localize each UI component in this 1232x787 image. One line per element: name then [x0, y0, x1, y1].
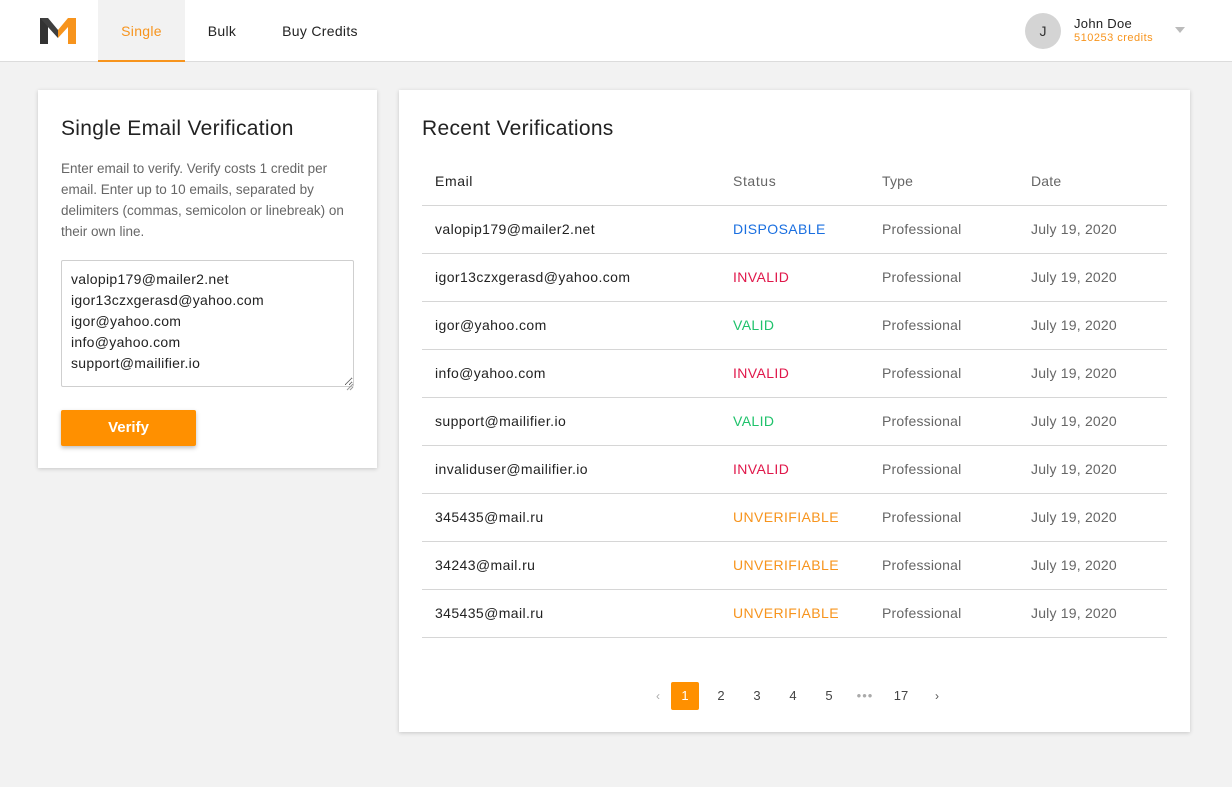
tab-buy-credits[interactable]: Buy Credits: [264, 0, 376, 62]
row-email: igor13czxgerasd@yahoo.com: [435, 269, 631, 285]
resize-handle-icon[interactable]: [346, 378, 354, 391]
row-date: July 19, 2020: [1031, 461, 1117, 477]
tab-single[interactable]: Single: [98, 0, 185, 62]
row-type: Professional: [882, 461, 962, 477]
row-date: July 19, 2020: [1031, 269, 1117, 285]
row-email: valopip179@mailer2.net: [435, 221, 595, 237]
caret-down-icon[interactable]: [1175, 27, 1185, 33]
row-date: July 19, 2020: [1031, 509, 1117, 525]
page-button-1[interactable]: 1: [671, 682, 699, 710]
page-button-4[interactable]: 4: [779, 682, 807, 710]
table-body: valopip179@mailer2.net DISPOSABLE Professi…: [422, 206, 1167, 638]
row-type: Professional: [882, 221, 962, 237]
column-header-date: Date: [1031, 173, 1062, 189]
recent-verifications-table: Email Status Type Date valopip179@mailer…: [422, 158, 1167, 638]
pagination-ellipsis: •••: [856, 688, 874, 703]
row-date: July 19, 2020: [1031, 221, 1117, 237]
page-button-3[interactable]: 3: [743, 682, 771, 710]
user-avatar[interactable]: J: [1025, 13, 1061, 49]
user-credits-balance: 510253 credits: [1074, 32, 1154, 44]
row-email: 345435@mail.ru: [435, 509, 544, 525]
row-type: Professional: [882, 317, 962, 333]
column-header-email: Email: [435, 173, 474, 189]
row-email: invaliduser@mailifier.io: [435, 461, 588, 477]
tab-bulk[interactable]: Bulk: [185, 0, 259, 62]
table-row: info@yahoo.com INVALID Professional July 19…: [422, 350, 1167, 398]
page-button-5[interactable]: 5: [815, 682, 843, 710]
table-row: support@mailifier.io VALID Professional Jul…: [422, 398, 1167, 446]
table-row: 34243@mail.ru UNVERIFIABLE Professional Jul…: [422, 542, 1167, 590]
row-status-badge: UNVERIFIABLE: [733, 509, 839, 525]
table-row: igor@yahoo.com VALID Professional July 19, …: [422, 302, 1167, 350]
table-row: invaliduser@mailifier.io INVALID Professio…: [422, 446, 1167, 494]
user-name: John Doe: [1074, 16, 1133, 31]
row-type: Professional: [882, 269, 962, 285]
single-verification-card: Single Email Verification Enter email to…: [38, 90, 377, 468]
recent-verifications-card: Recent Verifications Email Status Type D…: [399, 90, 1190, 732]
table-row: 345435@mail.ru UNVERIFIABLE Professional Ju…: [422, 590, 1167, 638]
row-status-badge: DISPOSABLE: [733, 221, 826, 237]
row-email: info@yahoo.com: [435, 365, 546, 381]
row-email: 345435@mail.ru: [435, 605, 544, 621]
row-date: July 19, 2020: [1031, 605, 1117, 621]
row-email: support@mailifier.io: [435, 413, 567, 429]
page-button-2[interactable]: 2: [707, 682, 735, 710]
row-type: Professional: [882, 413, 962, 429]
row-date: July 19, 2020: [1031, 317, 1117, 333]
row-type: Professional: [882, 605, 962, 621]
table-row: 345435@mail.ru UNVERIFIABLE Professional Ju…: [422, 494, 1167, 542]
row-status-badge: VALID: [733, 413, 775, 429]
page-button-17[interactable]: 17: [887, 682, 915, 710]
email-list-textarea[interactable]: valopip179@mailer2.net igor13czxgerasd@y…: [61, 260, 354, 387]
row-type: Professional: [882, 557, 962, 573]
table-row: igor13czxgerasd@yahoo.com INVALID Professi…: [422, 254, 1167, 302]
row-date: July 19, 2020: [1031, 365, 1117, 381]
top-navigation-bar: Single Bulk Buy Credits J John Doe 51025…: [0, 0, 1232, 62]
verify-button[interactable]: Verify: [61, 410, 196, 446]
single-verification-description: Enter email to verify. Verify costs 1 cr…: [61, 161, 344, 239]
column-header-type: Type: [882, 173, 914, 189]
column-header-status: Status: [733, 173, 777, 189]
mailifier-logo[interactable]: [38, 14, 78, 48]
chevron-left-icon[interactable]: ‹: [644, 682, 672, 710]
chevron-right-icon[interactable]: ›: [923, 682, 951, 710]
row-email: 34243@mail.ru: [435, 557, 536, 573]
pagination: ‹ 1 2 3 4 5 ••• 17 ›: [644, 682, 944, 710]
row-status-badge: UNVERIFIABLE: [733, 557, 839, 573]
table-row: valopip179@mailer2.net DISPOSABLE Professi…: [422, 206, 1167, 254]
row-date: July 19, 2020: [1031, 557, 1117, 573]
row-email: igor@yahoo.com: [435, 317, 547, 333]
row-type: Professional: [882, 509, 962, 525]
row-status-badge: INVALID: [733, 269, 790, 285]
row-status-badge: INVALID: [733, 461, 790, 477]
row-type: Professional: [882, 365, 962, 381]
row-status-badge: INVALID: [733, 365, 790, 381]
recent-verifications-title: Recent Verifications: [422, 117, 614, 140]
row-status-badge: UNVERIFIABLE: [733, 605, 839, 621]
row-date: July 19, 2020: [1031, 413, 1117, 429]
single-verification-title: Single Email Verification: [61, 117, 294, 140]
row-status-badge: VALID: [733, 317, 775, 333]
table-header: Email Status Type Date: [422, 158, 1167, 206]
